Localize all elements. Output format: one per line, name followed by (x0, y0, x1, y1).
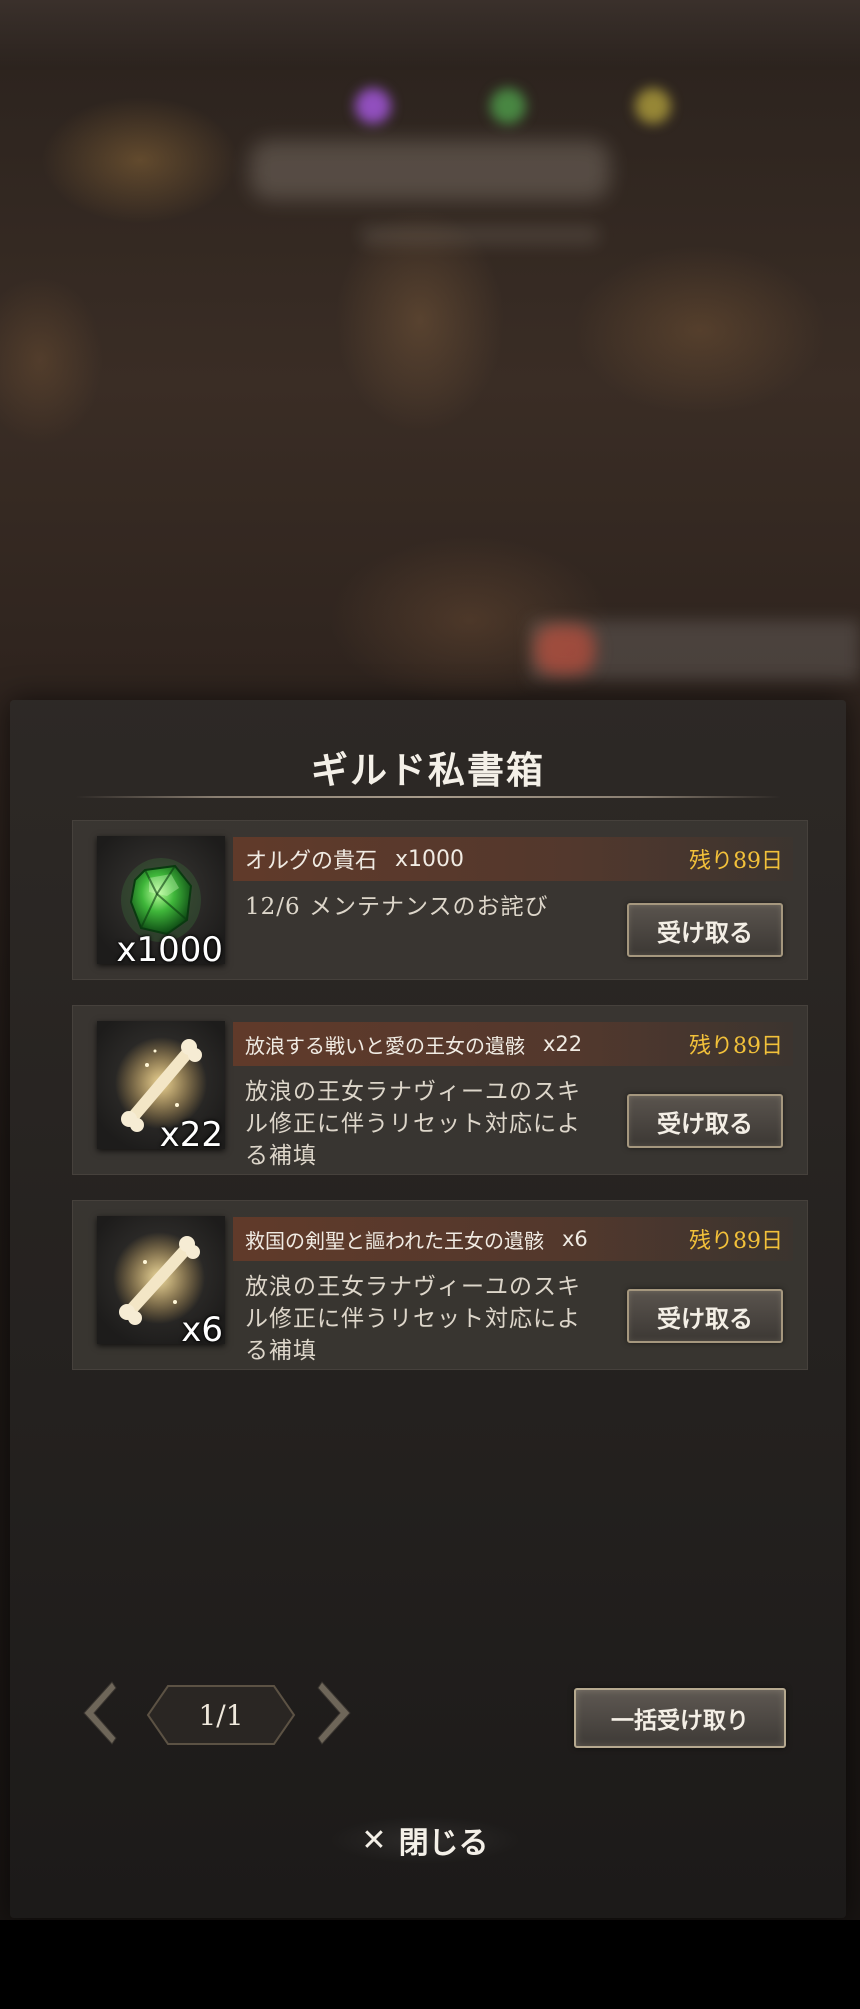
item-name-quantity: x6 (562, 1227, 588, 1251)
item-quantity-badge: x1000 (116, 930, 223, 970)
background-green-indicator (490, 88, 526, 124)
item-name-quantity: x1000 (395, 846, 465, 872)
bone-relic-icon: x22 (97, 1021, 225, 1155)
item-quantity-badge: x6 (181, 1310, 223, 1350)
chevron-left-icon[interactable] (76, 1678, 118, 1748)
item-header: 放浪する戦いと愛の王女の遺骸 x22 残り89日 (233, 1022, 793, 1066)
item-description: 放浪の王女ラナヴィーユのスキル修正に伴うリセット対応による補填 (245, 1079, 581, 1169)
mail-item-list: x1000 オルグの貴石 x1000 残り89日 12/6 メンテナンスのお詫び… (72, 820, 808, 1395)
guild-mailbox-modal: ギルド私書箱 x1000 オルグの貴石 x1000 残り89日 12/6 メンテ… (10, 700, 846, 1918)
claim-all-button[interactable]: 一括受け取り (574, 1688, 786, 1748)
item-remaining-days: 残り89日 (689, 1034, 783, 1059)
modal-title: ギルド私書箱 (311, 749, 545, 792)
item-name-quantity: x22 (543, 1032, 583, 1056)
item-name: 放浪する戦いと愛の王女の遺骸 (245, 1033, 525, 1058)
claim-button[interactable]: 受け取る (627, 1289, 783, 1343)
claim-button[interactable]: 受け取る (627, 1094, 783, 1148)
background-banner-icon (535, 625, 595, 675)
claim-button[interactable]: 受け取る (627, 903, 783, 957)
background-yellow-indicator (635, 88, 671, 124)
item-quantity-badge: x22 (159, 1115, 223, 1155)
item-name: 救国の剣聖と謳われた王女の遺骸 (245, 1228, 544, 1253)
item-remaining-days: 残り89日 (689, 849, 783, 874)
item-description: 12/6 メンテナンスのお詫び (245, 894, 549, 920)
item-header: 救国の剣聖と謳われた王女の遺骸 x6 残り89日 (233, 1217, 793, 1261)
close-icon: ✕ (361, 1822, 387, 1858)
page-indicator: 1/1 (146, 1684, 296, 1746)
background-purple-indicator (355, 88, 391, 124)
green-gem-icon: x1000 (97, 836, 225, 970)
close-label: 閉じる (398, 1826, 489, 1861)
item-header: オルグの貴石 x1000 残り89日 (233, 837, 793, 881)
item-description: 放浪の王女ラナヴィーユのスキル修正に伴うリセット対応による補填 (245, 1274, 581, 1364)
title-divider (75, 796, 781, 798)
close-button[interactable]: ✕ 閉じる (310, 1810, 540, 1870)
item-remaining-days: 残り89日 (689, 1229, 783, 1254)
background-title (250, 140, 610, 200)
background-subtitle (360, 225, 600, 245)
mail-item: x6 救国の剣聖と謳われた王女の遺骸 x6 残り89日 放浪の王女ラナヴィーユの… (72, 1200, 808, 1370)
background-top-bar (0, 0, 860, 70)
bone-relic-icon: x6 (97, 1216, 225, 1350)
mail-item: x22 放浪する戦いと愛の王女の遺骸 x22 残り89日 放浪の王女ラナヴィーユ… (72, 1005, 808, 1175)
mail-item: x1000 オルグの貴石 x1000 残り89日 12/6 メンテナンスのお詫び… (72, 820, 808, 980)
chevron-right-icon[interactable] (316, 1678, 358, 1748)
item-name: オルグの貴石 (245, 849, 378, 874)
page-number: 1/1 (198, 1698, 244, 1732)
